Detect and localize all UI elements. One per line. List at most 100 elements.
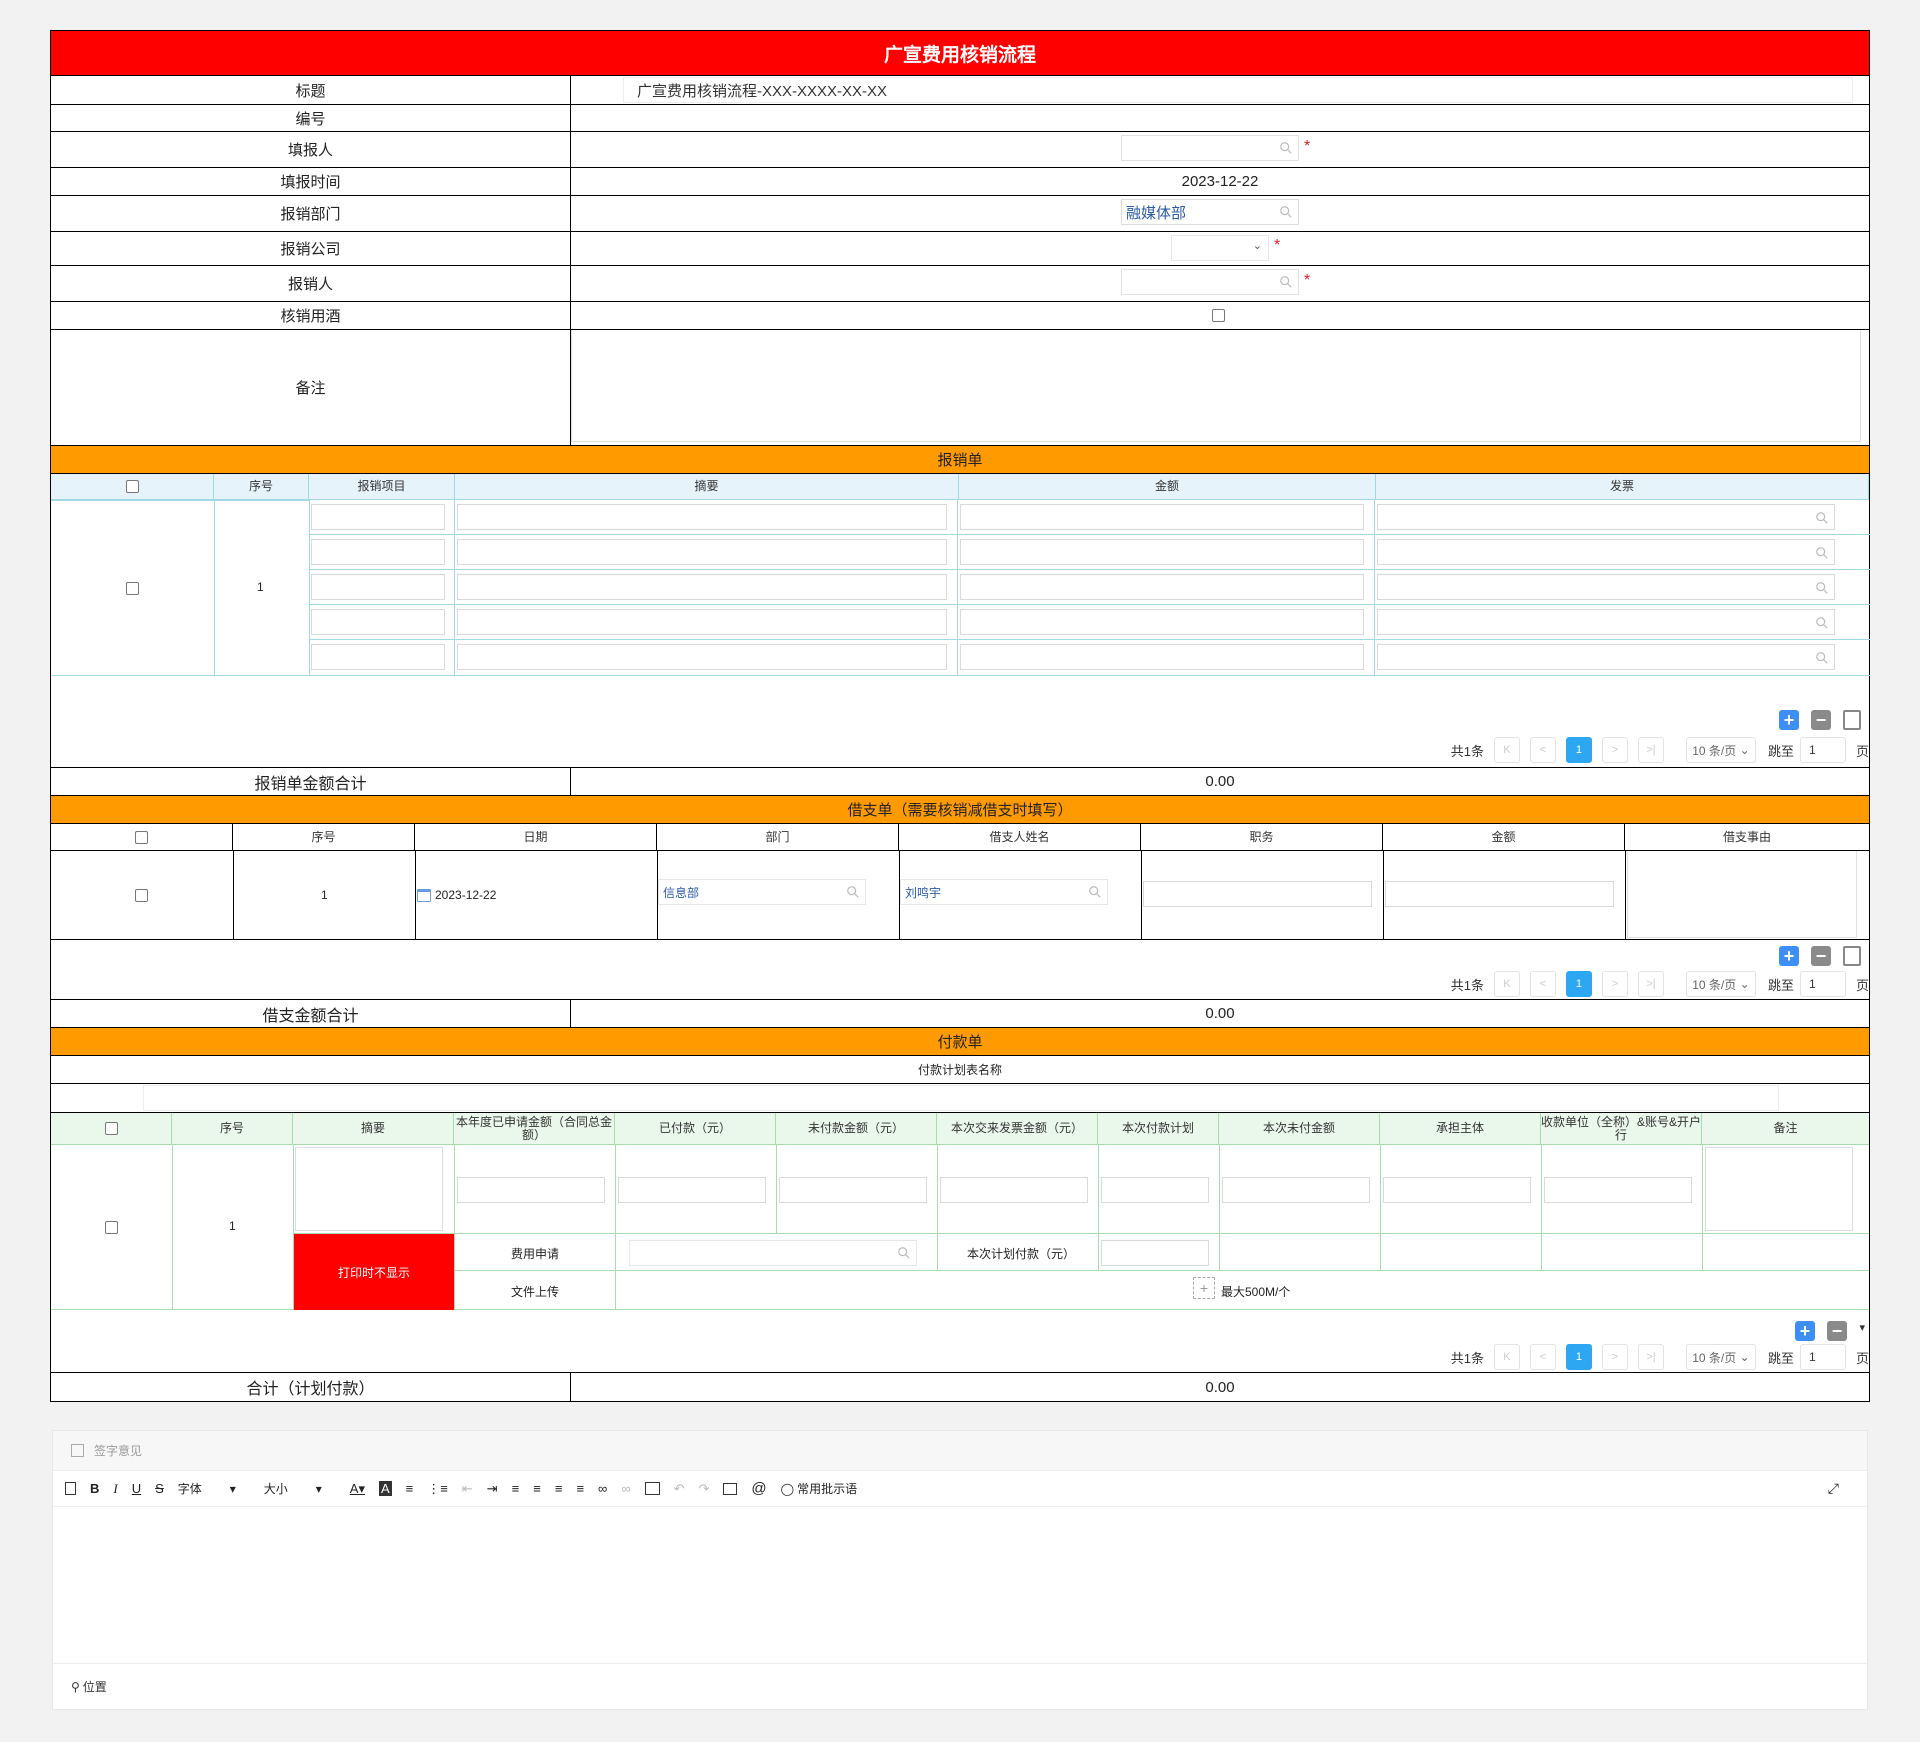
add-row-button[interactable]: + (1795, 1321, 1815, 1341)
indent-icon[interactable]: ⇥ (487, 1481, 498, 1497)
unlink-icon[interactable]: ∞ (621, 1481, 630, 1496)
search-icon[interactable] (1815, 616, 1829, 630)
table-icon[interactable] (644, 1482, 660, 1495)
paid-input[interactable] (618, 1177, 766, 1203)
invoice-input[interactable] (1377, 504, 1835, 530)
select-all-checkbox[interactable] (125, 480, 139, 493)
delete-row-button[interactable]: − (1811, 946, 1831, 966)
copy-icon[interactable] (1843, 710, 1861, 730)
caret-down-icon[interactable]: ▾ (1859, 1321, 1865, 1334)
prev-page-button[interactable]: < (1529, 737, 1556, 763)
first-page-button[interactable]: K (1493, 971, 1520, 997)
page-size-select[interactable]: 10 条/页 ⌄ (1685, 971, 1756, 997)
next-page-button[interactable]: > (1601, 971, 1628, 997)
summary-input[interactable] (457, 644, 947, 670)
item-input[interactable] (311, 574, 445, 600)
search-icon[interactable] (1279, 275, 1293, 289)
next-page-button[interactable]: > (1601, 1344, 1628, 1370)
page-button[interactable]: 1 (1565, 971, 1592, 997)
jump-input[interactable]: 1 (1799, 1344, 1846, 1370)
search-icon[interactable] (1815, 511, 1829, 525)
plan-input[interactable] (1101, 1177, 1209, 1203)
summary-input[interactable] (457, 574, 947, 600)
bg-color-button[interactable]: A (379, 1481, 392, 1496)
amount-input[interactable] (960, 644, 1364, 670)
font-select[interactable]: 字体 ▾ (178, 1480, 250, 1497)
mention-icon[interactable]: @ (751, 1480, 766, 1497)
summary-input[interactable] (457, 539, 947, 565)
location-label[interactable]: 位置 (83, 1678, 107, 1695)
strike-button[interactable]: S (155, 1481, 164, 1496)
position-input[interactable] (1143, 881, 1372, 907)
underline-button[interactable]: U (132, 1481, 141, 1496)
item-input[interactable] (311, 504, 445, 530)
first-page-button[interactable]: K (1493, 1344, 1520, 1370)
invoice-input[interactable] (1377, 574, 1835, 600)
item-input[interactable] (311, 644, 445, 670)
phrases-button[interactable]: ◯ 常用批示语 (781, 1480, 871, 1497)
invoice-input[interactable] (1377, 609, 1835, 635)
loan-reason-textarea[interactable] (1627, 851, 1857, 938)
search-icon[interactable] (1088, 885, 1102, 899)
loan-name-input[interactable]: 刘鸣宇 (900, 879, 1108, 905)
reimburser-input[interactable] (1121, 269, 1299, 295)
row-checkbox[interactable] (105, 1221, 118, 1234)
delete-row-button[interactable]: − (1827, 1321, 1847, 1341)
row-checkbox[interactable] (126, 582, 139, 595)
fee-apply-input[interactable] (629, 1240, 917, 1266)
bold-button[interactable]: B (90, 1481, 99, 1496)
wine-checkbox[interactable] (1212, 309, 1225, 322)
font-color-button[interactable]: A▾ (350, 1481, 365, 1497)
last-page-button[interactable]: >| (1637, 971, 1664, 997)
add-row-button[interactable]: + (1779, 710, 1799, 730)
align-left-icon[interactable]: ≡ (512, 1481, 520, 1496)
search-icon[interactable] (897, 1246, 911, 1260)
search-icon[interactable] (1815, 546, 1829, 560)
editor-content[interactable] (53, 1509, 1867, 1663)
company-select[interactable]: ⌄ (1171, 235, 1269, 261)
page-size-select[interactable]: 10 条/页 ⌄ (1685, 1344, 1756, 1370)
applied-amount-input[interactable] (457, 1177, 605, 1203)
amount-input[interactable] (960, 609, 1364, 635)
justify-icon[interactable]: ≡ (576, 1481, 584, 1496)
jump-input[interactable]: 1 (1799, 737, 1846, 763)
last-page-button[interactable]: >| (1637, 737, 1664, 763)
source-icon[interactable] (65, 1482, 76, 1495)
invoice-amount-input[interactable] (940, 1177, 1088, 1203)
outdent-icon[interactable]: ⇤ (462, 1481, 473, 1497)
align-right-icon[interactable]: ≡ (555, 1481, 563, 1496)
amount-input[interactable] (960, 539, 1364, 565)
select-all-checkbox[interactable] (135, 830, 148, 844)
search-icon[interactable] (846, 885, 860, 899)
invoice-input[interactable] (1377, 539, 1835, 565)
amount-input[interactable] (960, 504, 1364, 530)
plan-name-input[interactable] (143, 1085, 1779, 1111)
bearer-input[interactable] (1383, 1177, 1531, 1203)
filler-input[interactable] (1121, 135, 1299, 161)
unpaid-this-input[interactable] (1222, 1177, 1370, 1203)
select-all-checkbox[interactable] (104, 1122, 118, 1135)
loan-dept-input[interactable]: 信息部 (658, 879, 866, 905)
prev-page-button[interactable]: < (1529, 971, 1556, 997)
last-page-button[interactable]: >| (1637, 1344, 1664, 1370)
next-page-button[interactable]: > (1601, 737, 1628, 763)
item-input[interactable] (311, 539, 445, 565)
summary-input[interactable] (457, 504, 947, 530)
unordered-list-icon[interactable]: ⋮≡ (427, 1481, 448, 1497)
add-row-button[interactable]: + (1779, 946, 1799, 966)
item-input[interactable] (311, 609, 445, 635)
unpaid-input[interactable] (779, 1177, 927, 1203)
row-checkbox[interactable] (135, 889, 148, 902)
remark-textarea[interactable] (571, 330, 1861, 442)
loan-amount-input[interactable] (1385, 881, 1614, 907)
fullscreen-icon[interactable]: ⤢ (1828, 1480, 1839, 1497)
search-icon[interactable] (1815, 581, 1829, 595)
size-select[interactable]: 大小 ▾ (264, 1480, 336, 1497)
align-center-icon[interactable]: ≡ (533, 1481, 541, 1496)
title-input[interactable]: 广宣费用核销流程-XXX-XXXX-XX-XX (623, 77, 1853, 103)
redo-icon[interactable]: ↷ (699, 1481, 710, 1497)
page-button[interactable]: 1 (1565, 1344, 1592, 1370)
plan-pay-input[interactable] (1101, 1240, 1209, 1266)
invoice-input[interactable] (1377, 644, 1835, 670)
page-button[interactable]: 1 (1565, 737, 1592, 763)
